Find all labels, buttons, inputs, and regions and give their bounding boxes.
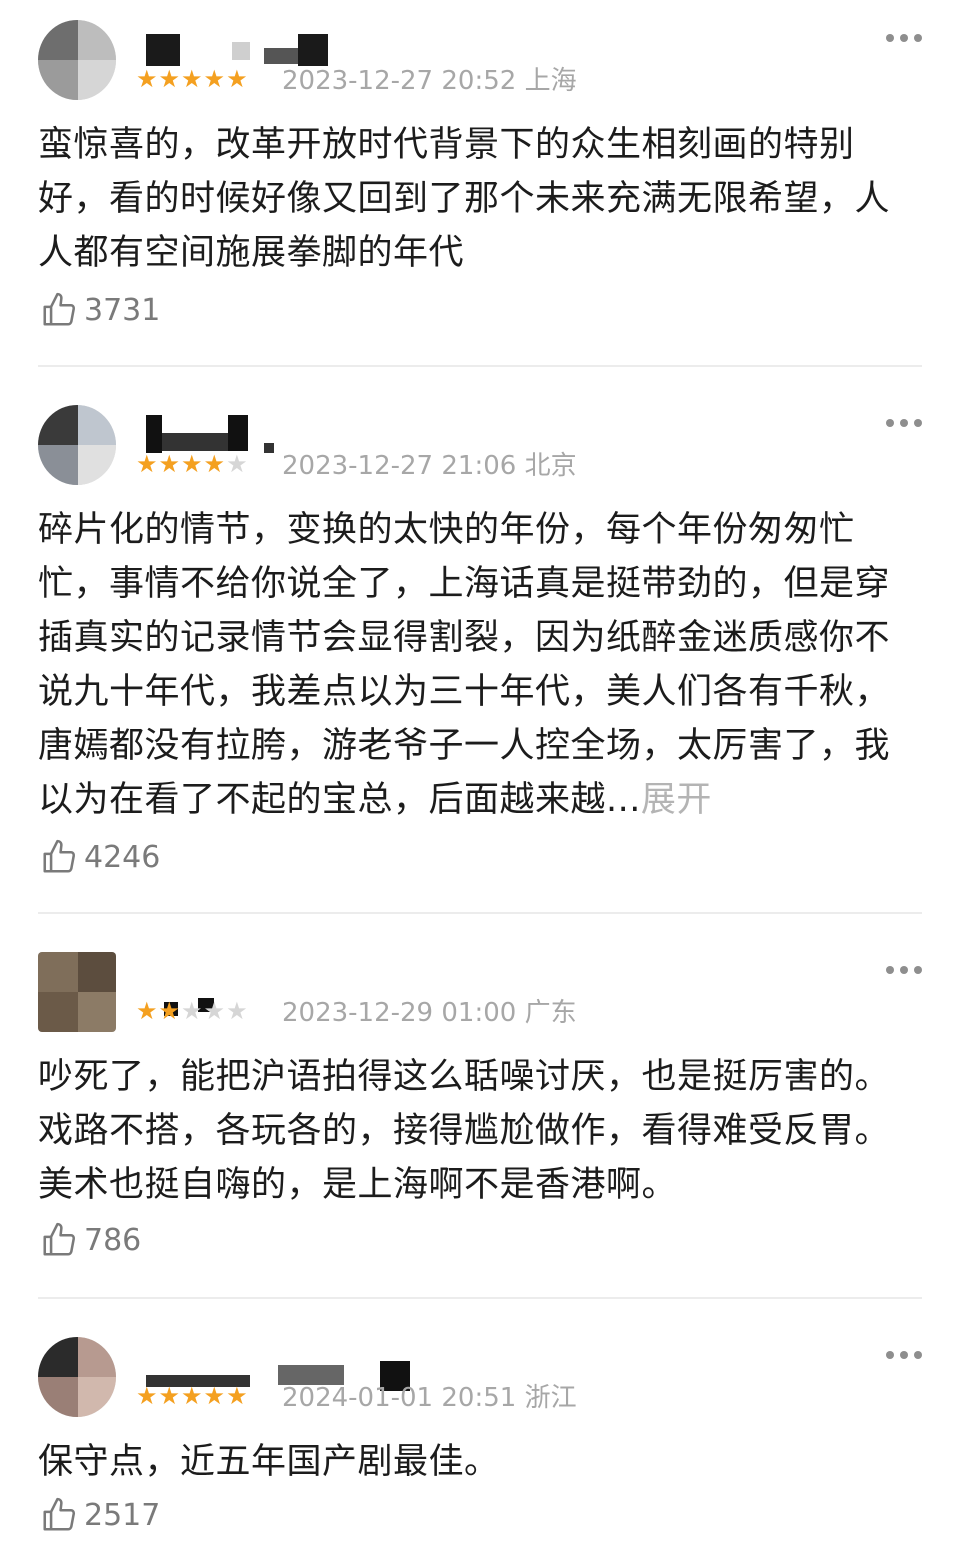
like-button[interactable]: 4246 xyxy=(40,837,160,877)
comment-location: 浙江 xyxy=(524,1383,577,1413)
star-icon: ★ xyxy=(226,997,249,1025)
more-options-button[interactable] xyxy=(884,964,924,976)
divider xyxy=(38,1297,922,1299)
comment-meta: 2024-01-01 20:51 浙江 xyxy=(282,1383,577,1413)
star-icon: ★ xyxy=(158,1382,182,1410)
comment-card: ★★★★★ 2024-01-01 20:51 浙江 保守点，近五年国产剧最佳。 … xyxy=(0,1317,960,1556)
avatar[interactable] xyxy=(38,952,116,1032)
like-count: 4246 xyxy=(84,839,161,875)
like-count: 3731 xyxy=(84,292,161,328)
star-icon: ★ xyxy=(203,65,227,93)
more-options-button[interactable] xyxy=(884,1349,924,1361)
rating-stars: ★★★★★ xyxy=(136,66,276,92)
comment-meta: 2023-12-29 01:00 广东 xyxy=(282,998,577,1028)
star-icon: ★ xyxy=(226,65,249,93)
star-icon: ★ xyxy=(226,1382,249,1410)
thumbs-up-icon xyxy=(43,1222,76,1256)
avatar[interactable] xyxy=(38,405,116,485)
thumbs-up-icon xyxy=(43,839,76,873)
comment-text: 保守点，近五年国产剧最佳。 xyxy=(38,1442,500,1482)
comment-text: 吵死了，能把沪语拍得这么聒噪讨厌，也是挺厉害的。戏路不搭，各玩各的，接得尴尬做作… xyxy=(38,1057,891,1205)
more-options-button[interactable] xyxy=(884,417,924,429)
star-icon: ★ xyxy=(203,450,227,478)
like-button[interactable]: 2517 xyxy=(40,1495,160,1535)
rating-stars: ★★★★★ xyxy=(136,1383,276,1409)
comment-date: 2023-12-29 01:00 xyxy=(282,998,517,1028)
star-icon: ★ xyxy=(158,450,182,478)
like-count: 786 xyxy=(84,1222,142,1258)
username-redacted[interactable] xyxy=(146,399,336,453)
comment-card: ★★★★★ 2023-12-29 01:00 广东 吵死了，能把沪语拍得这么聒噪… xyxy=(0,932,960,1297)
like-count: 2517 xyxy=(84,1497,161,1533)
star-icon: ★ xyxy=(181,450,204,478)
divider xyxy=(38,912,922,914)
like-button[interactable]: 3731 xyxy=(40,290,160,330)
comment-meta: 2023-12-27 21:06 北京 xyxy=(282,451,577,481)
comment-date: 2023-12-27 21:06 xyxy=(282,451,517,481)
comment-location: 北京 xyxy=(524,451,577,481)
star-icon: ★ xyxy=(158,997,182,1025)
rating-stars: ★★★★★ xyxy=(136,998,276,1024)
rating-stars: ★★★★★ xyxy=(136,451,276,477)
comment-text: 碎片化的情节，变换的太快的年份，每个年份匆匆忙忙，事情不给你说全了，上海话真是挺… xyxy=(38,510,891,820)
more-options-button[interactable] xyxy=(884,32,924,44)
star-icon: ★ xyxy=(158,65,182,93)
star-icon: ★ xyxy=(181,1382,204,1410)
avatar[interactable] xyxy=(38,20,116,100)
comment-card: ★★★★★ 2023-12-27 21:06 北京 碎片化的情节，变换的太快的年… xyxy=(0,385,960,913)
comment-location: 广东 xyxy=(524,998,577,1028)
username-redacted[interactable] xyxy=(146,14,336,66)
username-redacted[interactable] xyxy=(146,1331,416,1391)
comment-date: 2023-12-27 20:52 xyxy=(282,66,517,96)
star-icon: ★ xyxy=(203,997,227,1025)
star-icon: ★ xyxy=(203,1382,227,1410)
comment-meta: 2023-12-27 20:52 上海 xyxy=(282,66,577,96)
star-icon: ★ xyxy=(181,65,204,93)
star-icon: ★ xyxy=(181,997,204,1025)
comment-date: 2024-01-01 20:51 xyxy=(282,1383,517,1413)
star-icon: ★ xyxy=(136,997,159,1025)
star-icon: ★ xyxy=(136,1382,159,1410)
username-redacted[interactable] xyxy=(146,946,336,1016)
comment-text: 蛮惊喜的，改革开放时代背景下的众生相刻画的特别好，看的时候好像又回到了那个未来充… xyxy=(38,125,891,273)
divider xyxy=(38,365,922,367)
star-icon: ★ xyxy=(226,450,249,478)
expand-link[interactable]: 展开 xyxy=(641,780,712,820)
star-icon: ★ xyxy=(136,65,159,93)
comment-location: 上海 xyxy=(524,66,577,96)
star-icon: ★ xyxy=(136,450,159,478)
avatar[interactable] xyxy=(38,1337,116,1417)
thumbs-up-icon xyxy=(43,1497,76,1531)
like-button[interactable]: 786 xyxy=(40,1220,141,1260)
thumbs-up-icon xyxy=(43,292,76,326)
comment-card: ★★★★★ 2023-12-27 20:52 上海 蛮惊喜的，改革开放时代背景下… xyxy=(0,0,960,365)
